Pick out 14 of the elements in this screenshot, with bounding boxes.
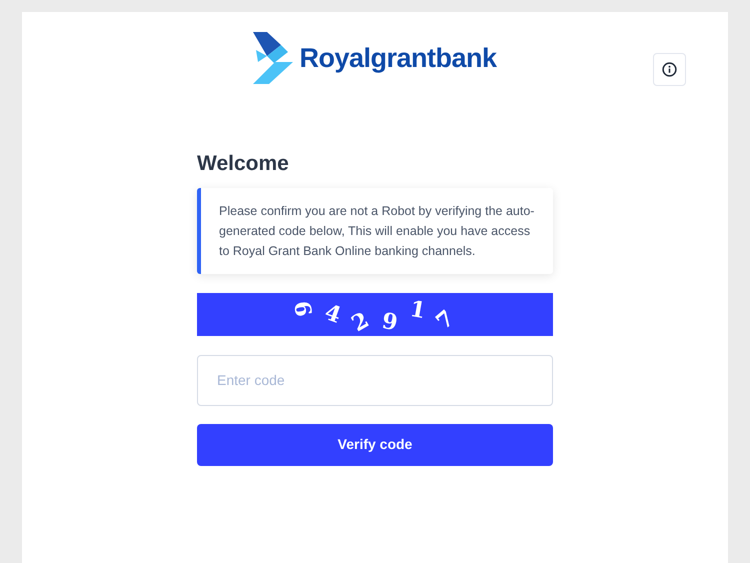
code-input-field[interactable]: Enter code xyxy=(197,354,553,406)
welcome-heading: Welcome xyxy=(197,151,290,177)
verify-code-button[interactable]: Verify code xyxy=(197,424,553,466)
info-button[interactable] xyxy=(653,53,686,86)
logo-icon xyxy=(253,32,296,84)
brand-name: Royalgrantbank xyxy=(299,42,497,75)
notice-text: Please confirm you are not a Robot by verifying the auto-generated code below, This will enable you have access to Royal Grant Bank Online banking channels. xyxy=(219,202,536,260)
captcha-character: 9 xyxy=(288,298,319,318)
captcha-character: 9 xyxy=(378,306,400,338)
captcha-character: 4 xyxy=(320,298,346,330)
captcha-character: 1 xyxy=(407,294,428,326)
captcha-character: 2 xyxy=(346,305,375,339)
captcha-character: 7 xyxy=(430,304,461,336)
info-icon xyxy=(662,62,677,77)
